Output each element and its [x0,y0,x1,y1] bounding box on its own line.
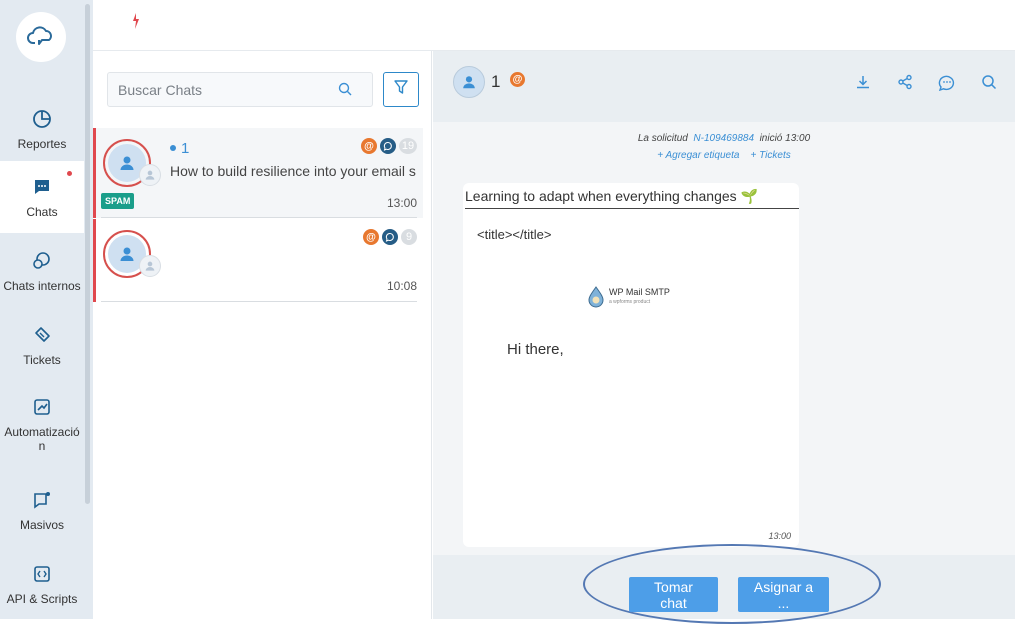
conversation-panel: 1 @ La solicitud N-109469884 inició 13:0… [433,51,1015,624]
assign-button[interactable]: Asignar a ... [738,577,829,612]
sidebar-item-label: Chats [26,204,58,219]
sidebar-scrollbar[interactable] [85,4,90,504]
logo-name: WP Mail SMTP [609,287,670,297]
share-icon[interactable] [895,72,915,92]
divider [101,301,417,302]
chat-channel-icon [380,138,396,154]
sidebar-item-label: API & Scripts [6,591,78,606]
sidebar-item-reportes[interactable]: Reportes [0,93,84,165]
header-actions [853,72,999,92]
email-subject: Learning to adapt when everything change… [465,188,799,209]
unattended-indicator [93,128,96,218]
email-channel-icon: @ [361,138,377,154]
message-time: 13:00 [768,531,791,541]
take-chat-button[interactable]: Tomar chat [629,577,718,612]
contact-name: 1 [491,72,501,91]
logo-sub: a wpforms product [609,299,651,305]
automation-icon [31,396,53,418]
top-bar [93,0,1015,51]
sidebar-item-tickets[interactable]: Tickets [0,309,84,381]
search-input[interactable] [108,73,338,106]
sidebar-item-label: Reportes [17,136,67,151]
lightning-icon[interactable] [130,12,142,35]
sidebar-item-label: Masivos [19,517,64,532]
comment-icon[interactable] [937,72,957,92]
system-suffix: inició 13:00 [759,133,811,144]
search-icon[interactable] [979,72,999,92]
sidebar-item-label: Chats internos [3,278,81,293]
agent-avatar-icon [139,255,161,277]
chat-icon [31,176,53,198]
system-message: La solicitud N-109469884 inició 13:00 [433,133,1015,144]
filter-button[interactable] [383,72,419,107]
sidebar-item-chats-internos[interactable]: Chats internos [0,235,84,307]
chat-badges: @ 19 [361,138,417,154]
agent-avatar-icon [139,164,161,186]
chat-time: 10:08 [386,279,417,293]
sidebar-item-label: Tickets [23,352,61,367]
search-box [107,72,373,107]
system-actions: + Agregar etiqueta + Tickets [433,150,1015,161]
message-count-badge: 9 [401,229,417,245]
sidebar-item-api-scripts[interactable]: API & Scripts [0,548,84,620]
add-tag-link[interactable]: + Agregar etiqueta [657,150,739,161]
download-icon[interactable] [853,72,873,92]
app-logo-cloud-icon[interactable] [16,12,66,62]
unattended-indicator [93,219,96,302]
internal-chats-icon [31,250,53,272]
sidebar: Reportes Chats Chats internos Tickets Au… [0,0,93,619]
search-icon[interactable] [338,82,352,101]
code-icon [31,563,53,585]
contact-avatar[interactable] [453,66,485,98]
ticket-id-link[interactable]: N-109469884 [693,133,754,144]
tickets-link[interactable]: + Tickets [751,150,791,161]
wp-mail-smtp-logo: WP Mail SMTP a wpforms product [587,286,670,308]
sidebar-item-masivos[interactable]: Masivos [0,474,84,546]
conversation-header: 1 @ [433,51,1015,122]
wp-mail-smtp-logo-icon [588,286,604,308]
spam-tag: SPAM [101,193,135,209]
chat-contact-name: 1 [181,140,190,157]
highlight-ellipse [583,544,881,624]
chat-time: 13:00 [386,196,417,210]
divider [101,217,417,218]
pie-chart-icon [31,108,53,130]
notification-dot [67,171,72,176]
ticket-icon [31,324,53,346]
message-count-badge: 19 [399,138,417,154]
email-channel-icon: @ [363,229,379,245]
sidebar-item-automatizacion[interactable]: Automatización [0,384,84,464]
chat-badges: @ 9 [363,229,417,245]
message-area: La solicitud N-109469884 inició 13:00 + … [433,122,1015,555]
chat-list-item[interactable]: 1 How to build resilience into your emai… [93,128,423,218]
chat-list-item[interactable]: @ 9 10:08 [93,219,423,302]
broadcast-icon [31,489,53,511]
chat-channel-icon [382,229,398,245]
email-channel-icon: @ [510,72,525,87]
email-greeting: Hi there, [507,341,564,358]
chat-preview: How to build resilience into your email … [170,163,416,179]
system-prefix: La solicitud [637,133,688,144]
sidebar-item-label: Automatización [4,424,80,453]
filter-icon [393,79,409,100]
email-html-title: <title></title> [477,227,552,242]
unread-dot [170,145,176,151]
email-message-bubble: Learning to adapt when everything change… [463,183,799,547]
conversation-footer: Tomar chat Asignar a ... [433,544,1015,624]
